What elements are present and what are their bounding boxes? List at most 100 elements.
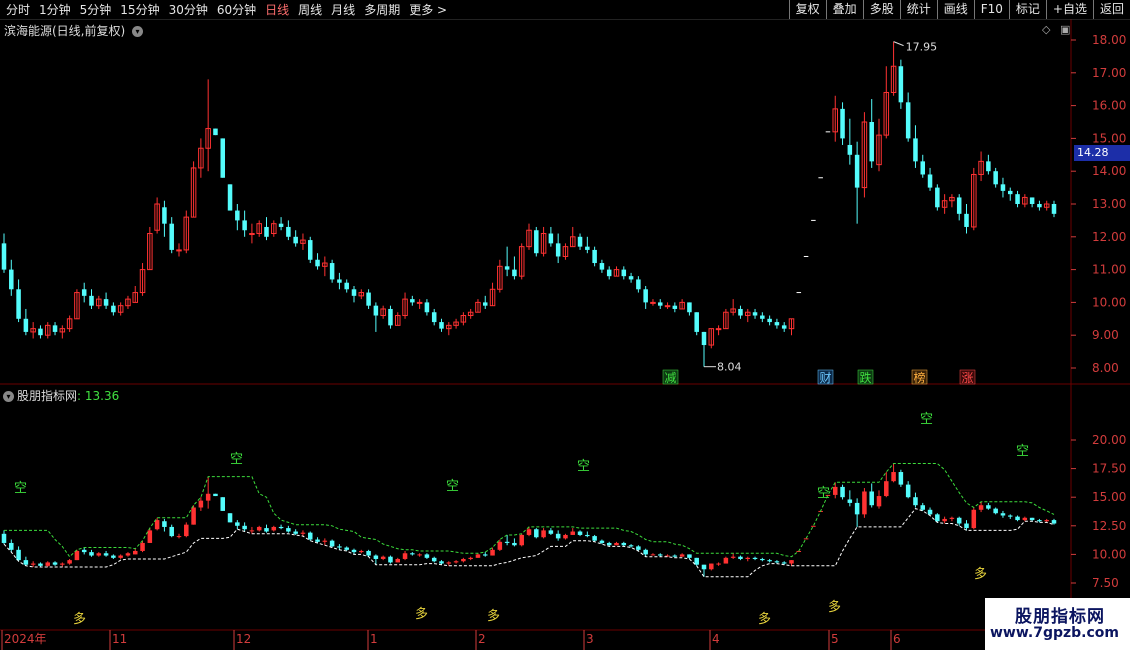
period-tab-0[interactable]: 分时 — [6, 1, 30, 18]
indicator-candle-body — [643, 549, 648, 555]
period-tab-1[interactable]: 1分钟 — [39, 1, 71, 18]
resistance-line — [4, 463, 1055, 558]
indicator-candle-body — [307, 532, 313, 540]
indicator-candle-body — [1000, 513, 1006, 516]
indicator-candle-body — [905, 484, 911, 498]
toolbar-button-5[interactable]: F10 — [973, 0, 1009, 19]
indicator-candle-body — [512, 542, 517, 546]
candle-body — [344, 282, 349, 290]
toolbar-button-4[interactable]: 画线 — [936, 0, 974, 19]
chevron-down-icon[interactable]: ▾ — [132, 26, 144, 37]
indicator-candle-body — [1015, 516, 1020, 521]
toolbar-button-3[interactable]: 统计 — [899, 0, 937, 19]
candle-body — [664, 305, 671, 308]
indicator-candle-body — [927, 509, 933, 515]
panel-controls: ◇ ▣ — [1042, 23, 1070, 36]
indicator-candle-body — [329, 540, 335, 547]
diamond-icon[interactable]: ◇ — [1042, 23, 1050, 36]
price-axis-label: 14.00 — [1092, 164, 1126, 178]
indicator-candle-body — [147, 530, 153, 543]
indicator-candle-body — [687, 554, 692, 558]
price-axis-label: 18.00 — [1092, 33, 1126, 47]
kong-signal: 空 — [920, 412, 933, 427]
indicator-candle-body — [184, 524, 189, 537]
toolbar-button-0[interactable]: 复权 — [788, 0, 826, 19]
candle-body — [1007, 190, 1013, 195]
candle-body — [898, 66, 904, 103]
event-badge-text: 财 — [820, 371, 832, 385]
candle-body — [410, 299, 415, 303]
indicator-candle-body — [461, 558, 466, 562]
candle-body — [111, 305, 116, 313]
indicator-candle-body — [9, 542, 14, 550]
indicator-candle-body — [424, 554, 430, 558]
indicator-candle-body — [723, 557, 729, 564]
period-tab-10[interactable]: 更多 > — [409, 1, 447, 18]
indicator-axis-label: 20.00 — [1092, 433, 1126, 447]
duo-signal: 多 — [758, 611, 771, 627]
indicator-candle-body — [468, 557, 473, 559]
toolbar-button-2[interactable]: 多股 — [862, 0, 900, 19]
indicator-candle-body — [599, 540, 605, 543]
date-label: 5 — [831, 632, 839, 646]
indicator-candle-body — [132, 550, 138, 555]
stock-title[interactable]: 滨海能源(日线,前复权) ▾ — [4, 22, 144, 39]
indicator-axis-label: 10.00 — [1092, 547, 1126, 561]
indicator-candle-body — [1044, 520, 1049, 522]
period-tab-9[interactable]: 多周期 — [364, 1, 400, 18]
indicator-candle-body — [679, 554, 685, 557]
kong-signal: 空 — [446, 479, 459, 494]
period-tab-8[interactable]: 月线 — [331, 1, 355, 18]
indicator-title[interactable]: ▾ 股朋指标网: 13.36 — [3, 387, 119, 404]
period-tab-5[interactable]: 60分钟 — [217, 1, 256, 18]
indicator-candle-body — [220, 497, 226, 511]
candle-body — [482, 302, 488, 306]
candle-body — [993, 171, 998, 185]
indicator-candle-body — [52, 562, 58, 565]
toolbar-button-6[interactable]: 标记 — [1008, 0, 1046, 19]
indicator-name: 股朋指标网 — [17, 389, 78, 403]
indicator-candle-body — [242, 525, 247, 530]
price-axis-label: 12.00 — [1092, 230, 1126, 244]
candle-body — [424, 302, 430, 313]
indicator-candle-body — [986, 505, 991, 509]
indicator-candle-body — [891, 472, 896, 482]
indicator-candle-body — [832, 486, 838, 495]
period-tab-4[interactable]: 30分钟 — [169, 1, 208, 18]
event-badge-text: 涨 — [962, 370, 974, 385]
indicator-candle-body — [198, 500, 204, 508]
indicator-candle-body — [920, 505, 926, 510]
indicator-candle-body — [1, 533, 7, 543]
indicator-candle-body — [504, 541, 510, 543]
toolbar-button-7[interactable]: +自选 — [1045, 0, 1093, 19]
toolbar-button-1[interactable]: 叠加 — [825, 0, 863, 19]
period-tab-2[interactable]: 5分钟 — [80, 1, 112, 18]
candle-body — [1015, 194, 1020, 204]
period-tab-3[interactable]: 15分钟 — [120, 1, 159, 18]
indicator-candle-body — [935, 514, 940, 522]
period-tabs: 分时 1分钟 5分钟 15分钟 30分钟 60分钟 日线 周线 月线 多周期 更多 > — [0, 0, 447, 19]
period-tab-7[interactable]: 周线 — [298, 1, 322, 18]
candle-body — [1037, 204, 1042, 208]
indicator-candle-body — [803, 538, 809, 540]
candle-body — [329, 263, 335, 280]
indicator-candle-body — [1022, 517, 1028, 521]
candle-body — [935, 187, 940, 208]
indicator-candle-body — [45, 562, 51, 566]
candle-body — [701, 331, 707, 346]
chart-area[interactable]: 18.0017.0016.0015.0014.0013.0012.0011.00… — [0, 19, 1130, 650]
toolbar-button-8[interactable]: 返回 — [1092, 0, 1130, 19]
indicator-candle-body — [300, 532, 306, 534]
date-label: 1 — [370, 632, 378, 646]
period-tab-6[interactable]: 日线 — [265, 1, 289, 18]
indicator-candle-body — [249, 530, 255, 532]
price-axis-label: 9.00 — [1092, 328, 1119, 342]
candle-body — [1051, 204, 1057, 214]
chevron-down-icon[interactable]: ▾ — [3, 391, 14, 402]
indicator-candle-body — [169, 526, 174, 537]
candle-body — [176, 249, 182, 252]
candle-body — [337, 279, 342, 283]
indicator-candle-body — [548, 530, 554, 534]
window-toggle-icon[interactable]: ▣ — [1060, 23, 1070, 36]
indicator-candle-body — [264, 528, 269, 532]
